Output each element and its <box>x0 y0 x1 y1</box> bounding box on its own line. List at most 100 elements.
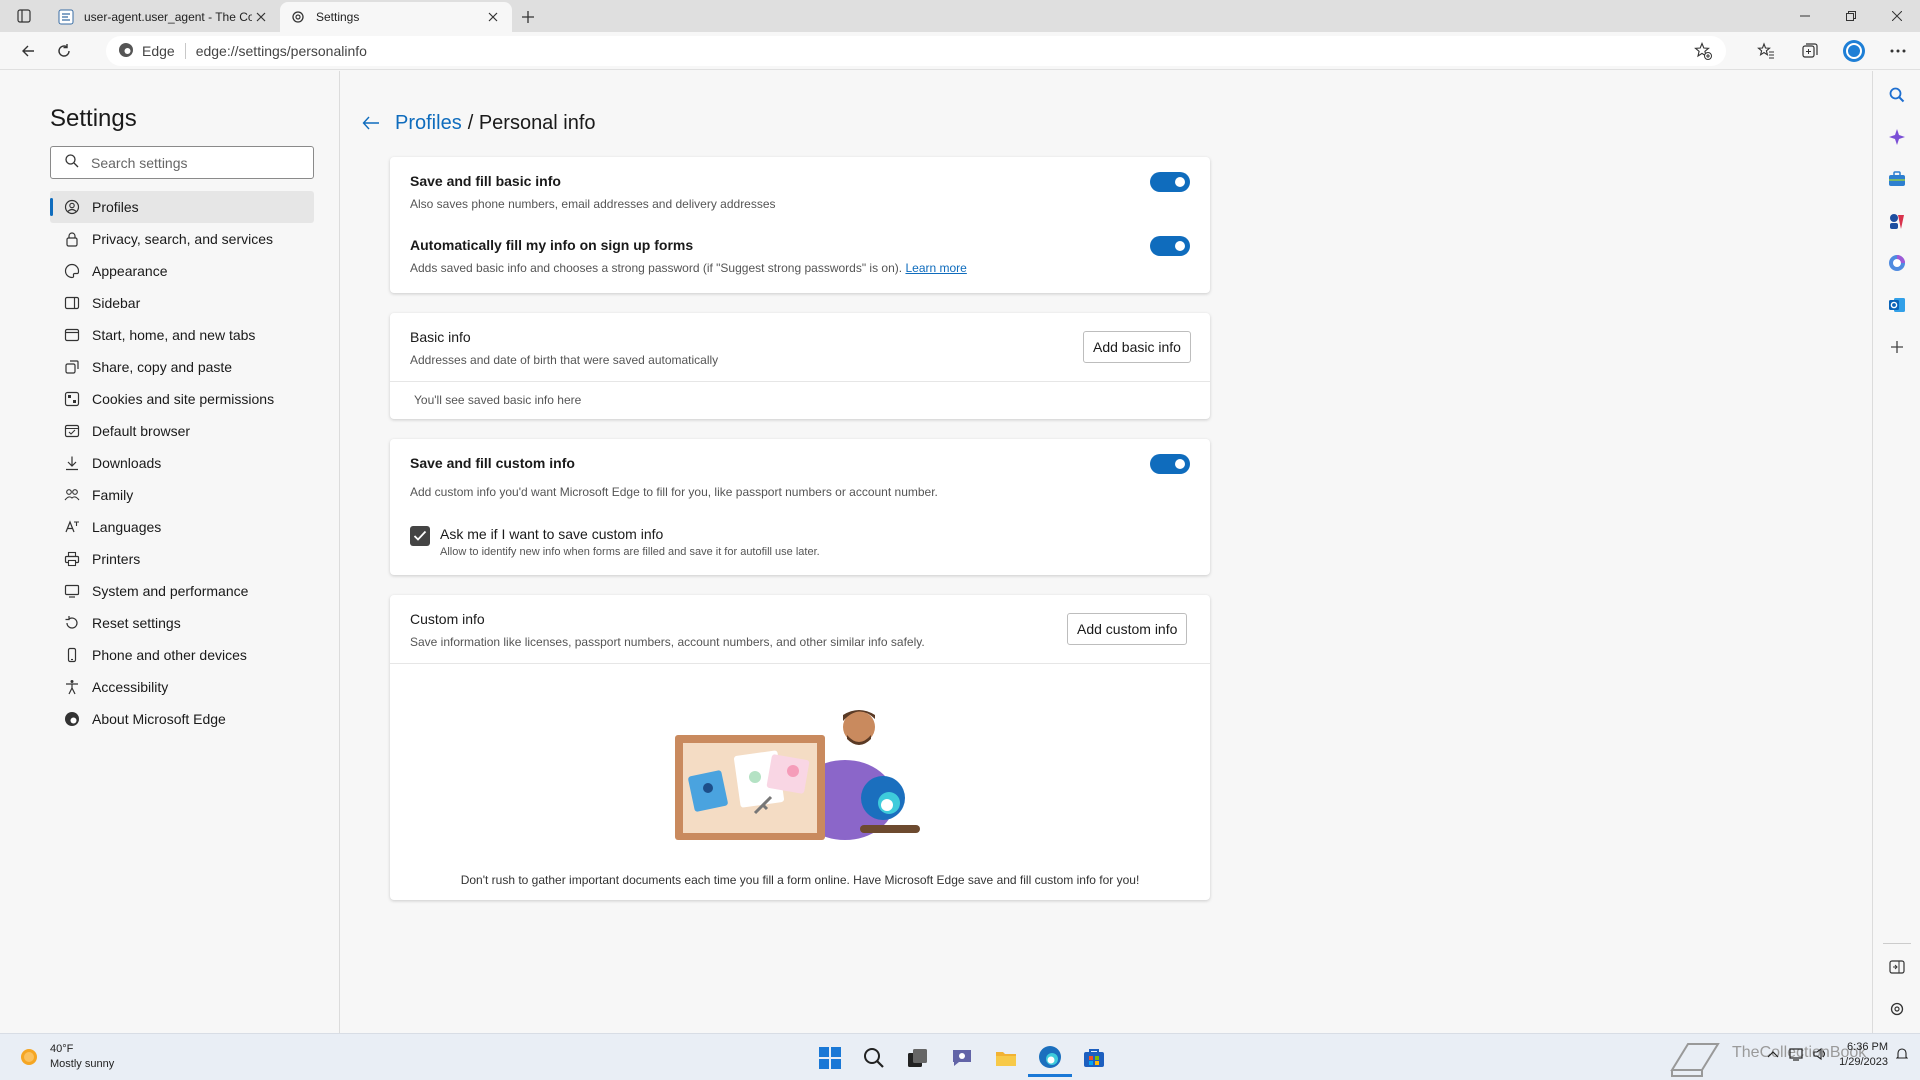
network-icon[interactable] <box>1789 1047 1805 1064</box>
custom-info-header: Custom info Save information like licens… <box>410 611 925 649</box>
sidebar-item-system[interactable]: System and performance <box>50 575 314 607</box>
address-bar[interactable]: Edge edge://settings/personalinfo <box>106 36 1726 66</box>
sidebar-item-home[interactable]: Start, home, and new tabs <box>50 319 314 351</box>
appearance-icon <box>64 263 80 279</box>
save-basic-info-toggle[interactable] <box>1150 172 1190 192</box>
tray-chevron-icon[interactable] <box>1767 1049 1779 1061</box>
divider <box>184 43 186 59</box>
file-explorer-icon[interactable] <box>984 1039 1028 1077</box>
sidebar-item-language[interactable]: Languages <box>50 511 314 543</box>
sidebar-item-lock[interactable]: Privacy, search, and services <box>50 223 314 255</box>
lock-icon <box>64 231 80 247</box>
sidebar-item-label: Profiles <box>92 199 139 215</box>
card-title: Basic info <box>410 329 471 345</box>
sidebar-icon <box>64 295 80 311</box>
close-tab-icon[interactable] <box>252 8 270 26</box>
sidebar-item-appearance[interactable]: Appearance <box>50 255 314 287</box>
tab-actions-icon[interactable] <box>0 0 48 32</box>
favorite-star-icon[interactable] <box>1694 42 1712 63</box>
settings-gear-icon[interactable] <box>1885 997 1909 1021</box>
office-icon[interactable] <box>1885 251 1909 275</box>
hide-sidebar-icon[interactable] <box>1885 955 1909 979</box>
favorites-icon[interactable] <box>1744 32 1788 70</box>
sidebar-item-label: Phone and other devices <box>92 647 247 663</box>
learn-more-link[interactable]: Learn more <box>905 261 966 275</box>
main-content: Profiles / Personal info Save and fill b… <box>341 71 1872 1033</box>
sidebar-item-cookie[interactable]: Cookies and site permissions <box>50 383 314 415</box>
sidebar-item-label: Family <box>92 487 134 503</box>
task-view-icon[interactable] <box>896 1039 940 1077</box>
basic-info-card: Basic info Addresses and date of birth t… <box>390 313 1210 419</box>
page-title: / Personal info <box>467 111 596 134</box>
custom-info-illustration <box>675 710 920 840</box>
store-icon[interactable] <box>1072 1039 1116 1077</box>
profile-avatar-icon[interactable] <box>1832 32 1876 70</box>
refresh-icon[interactable] <box>46 35 82 67</box>
sidebar-item-label: Cookies and site permissions <box>92 391 275 407</box>
volume-icon[interactable] <box>1813 1047 1829 1064</box>
sparkle-icon[interactable] <box>1885 125 1909 149</box>
edge-icon <box>64 711 80 727</box>
close-window-icon[interactable] <box>1874 0 1920 32</box>
close-tab-icon[interactable] <box>484 8 502 26</box>
weather-widget[interactable]: 40°F Mostly sunny <box>18 1042 114 1072</box>
sidebar-item-accessibility[interactable]: Accessibility <box>50 671 314 703</box>
search-input[interactable] <box>91 154 291 171</box>
tab-title: user-agent.user_agent - The Coll <box>84 10 252 24</box>
sidebar-item-download[interactable]: Downloads <box>50 447 314 479</box>
collections-icon[interactable] <box>1788 32 1832 70</box>
sidebar-item-family[interactable]: Family <box>50 479 314 511</box>
add-basic-info-button[interactable]: Add basic info <box>1083 331 1191 363</box>
back-arrow-icon[interactable] <box>359 111 383 135</box>
more-options-icon[interactable] <box>1876 32 1920 70</box>
games-icon[interactable] <box>1885 209 1909 233</box>
cookie-icon <box>64 391 80 407</box>
sidebar-item-share[interactable]: Share, copy and paste <box>50 351 314 383</box>
add-icon[interactable] <box>1885 335 1909 359</box>
search-icon[interactable] <box>1885 83 1909 107</box>
back-icon[interactable] <box>10 35 46 67</box>
tab-settings[interactable]: Settings <box>280 2 512 32</box>
windows-start-icon[interactable] <box>808 1039 852 1077</box>
breadcrumb-profiles-link[interactable]: Profiles <box>395 112 462 135</box>
share-icon <box>64 359 80 375</box>
language-icon <box>64 519 80 535</box>
sidebar-item-profile[interactable]: Profiles <box>50 191 314 223</box>
sidebar-item-reset[interactable]: Reset settings <box>50 607 314 639</box>
search-icon[interactable] <box>852 1039 896 1077</box>
save-basic-info-row: Save and fill basic info Also saves phon… <box>410 173 776 211</box>
temperature: 40°F <box>50 1043 74 1055</box>
profile-icon <box>64 199 80 215</box>
clock[interactable]: 6:36 PM 1/29/2023 <box>1839 1040 1888 1070</box>
new-tab-button[interactable] <box>512 2 544 32</box>
edge-sidebar <box>1872 71 1920 1033</box>
restore-icon[interactable] <box>1828 0 1874 32</box>
sidebar-item-printer[interactable]: Printers <box>50 543 314 575</box>
book-watermark-icon <box>1668 1038 1722 1080</box>
card-description: Save information like licenses, passport… <box>410 635 925 649</box>
autofill-signup-row: Automatically fill my info on sign up fo… <box>410 237 967 275</box>
sidebar-item-phone[interactable]: Phone and other devices <box>50 639 314 671</box>
minimize-icon[interactable] <box>1782 0 1828 32</box>
url-text[interactable]: edge://settings/personalinfo <box>196 43 367 59</box>
edge-browser-icon[interactable] <box>1028 1039 1072 1077</box>
tab-user-agent[interactable]: user-agent.user_agent - The Coll <box>48 2 280 32</box>
outlook-icon[interactable] <box>1885 293 1909 317</box>
empty-state-text: You'll see saved basic info here <box>414 393 582 407</box>
teams-chat-icon[interactable] <box>940 1039 984 1077</box>
sidebar-item-label: Languages <box>92 519 162 535</box>
sidebar-item-sidebar[interactable]: Sidebar <box>50 287 314 319</box>
sidebar-item-browser[interactable]: Default browser <box>50 415 314 447</box>
add-custom-info-button[interactable]: Add custom info <box>1067 613 1188 645</box>
toolbox-icon[interactable] <box>1885 167 1909 191</box>
checkbox-description: Allow to identify new info when forms ar… <box>440 546 820 558</box>
search-box[interactable] <box>50 146 314 179</box>
ask-save-custom-info-row: Ask me if I want to save custom info All… <box>440 526 820 558</box>
autofill-signup-toggle[interactable] <box>1150 236 1190 256</box>
save-custom-info-toggle[interactable] <box>1150 454 1190 474</box>
ask-save-custom-info-checkbox[interactable] <box>410 526 430 546</box>
sidebar-item-edge[interactable]: About Microsoft Edge <box>50 703 314 735</box>
accessibility-icon <box>64 679 80 695</box>
taskbar-apps <box>808 1039 1116 1077</box>
notification-icon[interactable] <box>1895 1047 1909 1064</box>
